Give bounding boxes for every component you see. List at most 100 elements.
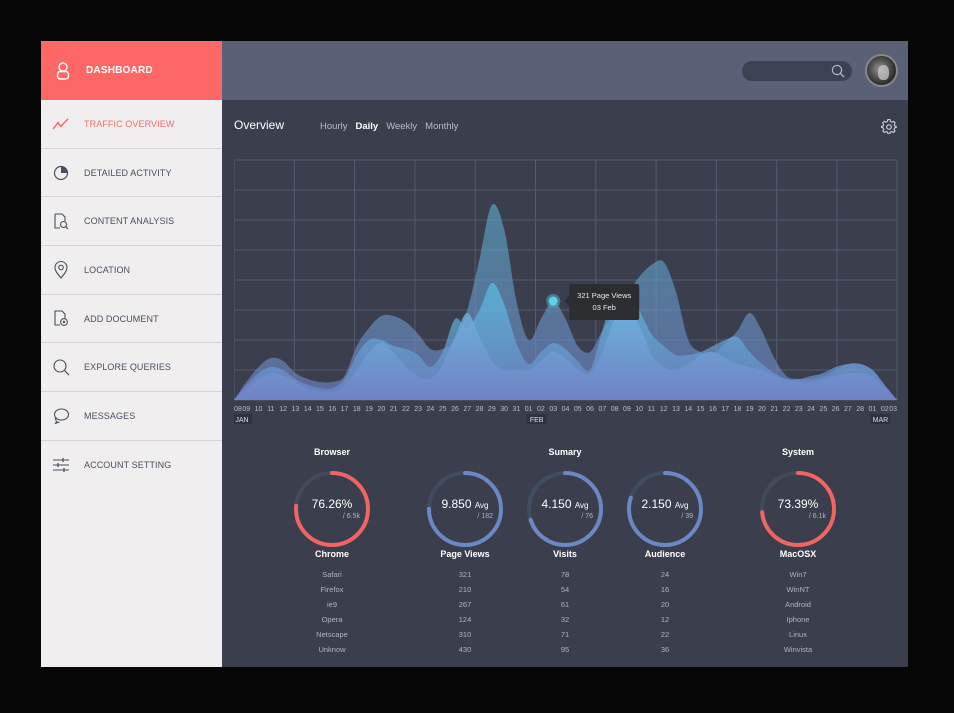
- x-tick-label: 09: [242, 406, 250, 413]
- main-panel: Overview Hourly Daily Weekly Monthly 08 …: [222, 41, 908, 667]
- list-item: Winvista: [783, 645, 813, 654]
- x-tick-label: 31: [512, 406, 520, 413]
- list-item: 310: [458, 630, 472, 639]
- x-tick-label: 28: [476, 406, 484, 413]
- sidebar-item-content-analysis[interactable]: CONTENT ANALYSIS: [41, 197, 222, 247]
- search-input[interactable]: [742, 61, 852, 81]
- sidebar-item-label: CONTENT ANALYSIS: [84, 216, 175, 227]
- list-item: 36: [660, 645, 670, 654]
- list-item: 54: [560, 585, 570, 594]
- sidebar-item-label: ACCOUNT SETTING: [84, 460, 172, 471]
- audience-gauge: 2.150 Avg / 39: [625, 469, 705, 549]
- list-item: 20: [660, 600, 670, 609]
- visits-list: Visits 78 54 61 32 71 95: [515, 549, 615, 657]
- time-range-tabs: Hourly Daily Weekly Monthly: [320, 121, 458, 132]
- browser-heading: Browser: [313, 447, 350, 457]
- list-item: ie9: [326, 600, 337, 609]
- sidebar-item-label: TRAFFIC OVERVIEW: [84, 118, 175, 129]
- sidebar-item-explore-queries[interactable]: EXPLORE QUERIES: [41, 343, 222, 393]
- visits-avg: 4.150: [541, 497, 572, 511]
- month-label: JAN: [234, 414, 252, 424]
- stats-section: Browser 76.26% / 6.5k Chrome Safari Fire…: [222, 441, 908, 667]
- x-tick-label: 09: [623, 406, 631, 413]
- x-tick-label: 02: [881, 406, 889, 413]
- visits-total: / 76: [581, 513, 593, 520]
- x-tick-label: 26: [832, 406, 840, 413]
- tab-weekly[interactable]: Weekly: [386, 121, 417, 132]
- page-views-list: Page Views 321 210 267 124 310 430: [415, 549, 515, 657]
- sidebar-item-location[interactable]: LOCATION: [41, 246, 222, 295]
- sidebar-item-label: EXPLORE QUERIES: [84, 362, 172, 373]
- list-item: 78: [560, 570, 570, 579]
- x-tick-label: 17: [721, 406, 729, 413]
- list-item: 12: [660, 615, 670, 624]
- sidebar-item-add-document[interactable]: ADD DOCUMENT: [41, 295, 222, 344]
- system-top-name: MacOSX: [779, 549, 817, 559]
- add-document-icon: [51, 309, 71, 329]
- browser-total: / 6.5k: [342, 513, 360, 520]
- x-tick-label: 22: [783, 406, 791, 413]
- x-tick-label: 24: [807, 406, 815, 413]
- pie-chart-icon: [51, 163, 71, 183]
- month-label-text: FEB: [530, 417, 544, 424]
- system-total: / 6.1k: [808, 513, 826, 520]
- x-tick-label: 08: [234, 406, 242, 413]
- x-tick-label: 15: [697, 406, 705, 413]
- x-tick-label: 17: [341, 406, 349, 413]
- sidebar-item-label: ADD DOCUMENT: [84, 313, 159, 324]
- overview-title: Overview: [234, 118, 285, 132]
- list-item: Android: [785, 600, 811, 609]
- visits-gauge: 4.150 Avg / 76: [525, 469, 605, 549]
- system-percent: 73.39%: [777, 497, 819, 511]
- sidebar-item-traffic-overview[interactable]: TRAFFIC OVERVIEW: [41, 100, 222, 149]
- x-tick-label: 08: [611, 406, 619, 413]
- x-tick-label: 14: [684, 406, 692, 413]
- tab-daily[interactable]: Daily: [355, 121, 378, 132]
- x-tick-label: 04: [562, 406, 570, 413]
- list-item: 32: [560, 615, 570, 624]
- list-item: 61: [560, 600, 570, 609]
- x-tick-label: 19: [365, 406, 373, 413]
- x-tick-label: 25: [439, 406, 447, 413]
- x-tick-label: 21: [770, 406, 778, 413]
- search-icon[interactable]: [831, 64, 845, 83]
- gear-icon[interactable]: [881, 119, 897, 140]
- audience-avg: 2.150: [641, 497, 672, 511]
- sidebar-item-label: MESSAGES: [84, 410, 136, 421]
- tooltip-value: 321 Page Views: [577, 291, 631, 300]
- list-item: 321: [458, 570, 472, 579]
- sidebar-item-detailed-activity[interactable]: DETAILED ACTIVITY: [41, 149, 222, 198]
- x-tick-label: 13: [291, 406, 299, 413]
- x-tick-label: 26: [451, 406, 459, 413]
- search-icon: [51, 357, 71, 377]
- tab-monthly[interactable]: Monthly: [425, 121, 458, 132]
- x-tick-label: 27: [463, 406, 471, 413]
- summary-heading: Sumary: [548, 447, 582, 457]
- sidebar-header-label: DASHBOARD: [86, 65, 153, 76]
- sliders-icon: [51, 455, 71, 475]
- x-tick-label: 03: [889, 406, 897, 413]
- sidebar-item-messages[interactable]: MESSAGES: [41, 392, 222, 441]
- x-tick-label: 18: [353, 406, 361, 413]
- x-tick-label: 28: [856, 406, 864, 413]
- audience-total: / 39: [681, 513, 693, 520]
- list-item: WinNT: [786, 585, 810, 594]
- sidebar-header-dashboard[interactable]: DASHBOARD: [41, 41, 222, 100]
- x-tick-label: 16: [709, 406, 717, 413]
- tab-hourly[interactable]: Hourly: [320, 121, 347, 132]
- audience-list: Audience 24 16 20 12 22 36: [615, 549, 715, 657]
- page-views-gauge: 9.850 Avg / 182: [425, 469, 505, 549]
- x-tick-label: 20: [758, 406, 766, 413]
- location-pin-icon: [51, 260, 71, 280]
- avg-unit: Avg: [574, 501, 589, 510]
- list-item: Safari: [322, 570, 342, 579]
- list-item: Linux: [789, 630, 807, 639]
- list-item: Firefox: [320, 585, 344, 594]
- tooltip-point[interactable]: [548, 296, 558, 306]
- visits-label: Visits: [553, 549, 577, 559]
- sidebar-item-account-setting[interactable]: ACCOUNT SETTING: [41, 441, 222, 490]
- user-avatar[interactable]: [865, 54, 898, 87]
- x-tick-label: 10: [635, 406, 643, 413]
- list-item: Opera: [321, 615, 343, 624]
- x-tick-label: 03: [549, 406, 557, 413]
